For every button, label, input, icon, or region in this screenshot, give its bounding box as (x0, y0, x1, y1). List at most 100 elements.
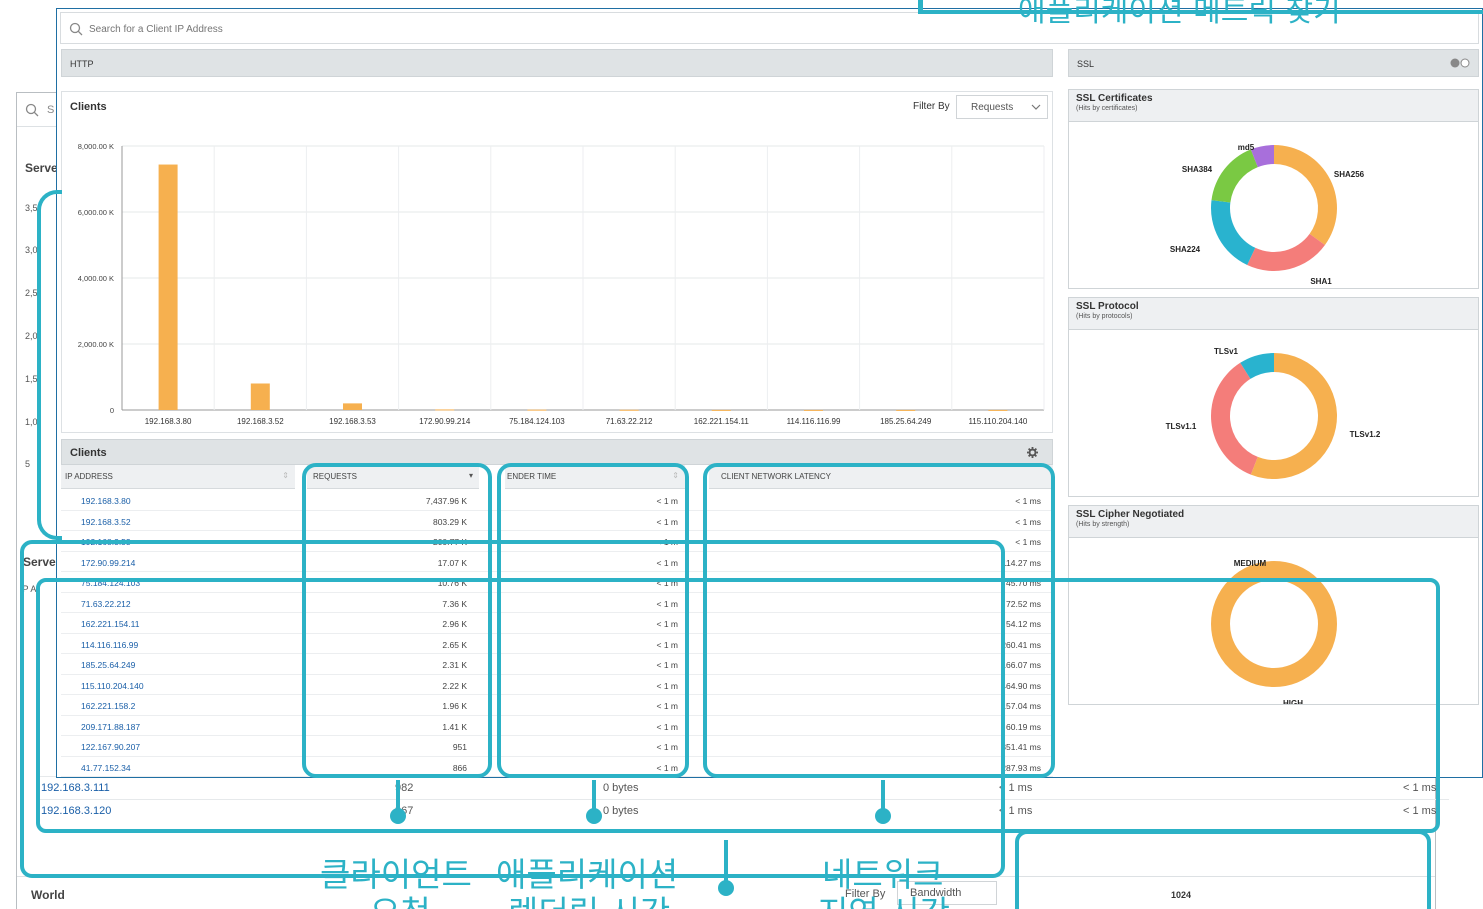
donut-label: HIGH (1283, 699, 1303, 704)
chart-bar[interactable] (711, 409, 731, 411)
chart-bar[interactable] (158, 164, 178, 410)
cell-requests: 951 (452, 742, 467, 752)
donut-slice[interactable] (1211, 200, 1256, 266)
donut-slice[interactable] (1211, 362, 1258, 475)
cell-ip[interactable]: 41.77.152.34 (81, 763, 131, 773)
x-tick-label: 75.184.124.103 (509, 417, 565, 426)
annotation-dot-center (718, 880, 734, 896)
ssl-donut-chart: TLSv1.2 TLSv1.1 TLSv1 (1166, 347, 1381, 479)
ssl-card-header: SSL Protocol (Hits by protocols) (1069, 298, 1478, 330)
cell-ip[interactable]: 75.184.124.103 (81, 578, 140, 588)
chart-bar[interactable] (527, 409, 547, 411)
annotation-dot-requests (390, 808, 406, 824)
table-row[interactable]: 115.110.204.140 2.22 K < 1 m 464.90 ms (61, 675, 1053, 695)
cell-ip[interactable]: 192.168.3.80 (81, 496, 131, 506)
chart-bar[interactable] (804, 409, 823, 411)
cell-render: < 1 m (656, 537, 679, 547)
background-ip-header: IP A (20, 584, 37, 594)
cell-latency: 114.27 ms (1001, 557, 1041, 568)
chart-bar[interactable] (435, 409, 455, 411)
cell-requests: 10.76 K (437, 578, 467, 588)
table-row[interactable]: 75.184.124.103 10.76 K < 1 m 45.70 ms (61, 572, 1053, 593)
chart-bar[interactable] (896, 409, 916, 411)
table-row[interactable]: 172.90.99.214 17.07 K < 1 m 114.27 ms (61, 552, 1053, 572)
column-header-render-time[interactable]: ENDER TIME ⇕ (505, 465, 685, 489)
table-row[interactable]: 209.171.88.187 1.41 K < 1 m 60.19 ms (61, 716, 1053, 736)
cell-ip[interactable]: 162.221.158.2 (81, 701, 135, 711)
background-cell-time: < 1 ms (999, 805, 1033, 817)
donut-slice[interactable] (1274, 145, 1337, 246)
clients-chart-panel: Clients Filter By Requests 0 2,000.00 K 4,… (61, 91, 1053, 433)
table-row[interactable]: 185.25.64.249 2.31 K < 1 m 166.07 ms (61, 654, 1053, 675)
cell-requests: 7.36 K (442, 598, 467, 609)
ssl-card-subtitle: (Hits by certificates) (1076, 105, 1138, 112)
cell-ip[interactable]: 192.168.3.53 (81, 537, 131, 547)
table-row[interactable]: 162.221.158.2 1.96 K < 1 m 157.04 ms (61, 695, 1053, 716)
table-row[interactable]: 192.168.3.52 803.29 K < 1 m < 1 ms (61, 511, 1053, 531)
column-header-latency[interactable]: CLIENT NETWORK LATENCY (709, 465, 1053, 489)
cell-render: < 1 m (656, 701, 679, 711)
background-table-row[interactable]: 192.168.3.111 982 0 bytes < 1 ms < 1 ms (39, 776, 1449, 799)
cell-ip[interactable]: 172.90.99.214 (81, 558, 135, 568)
chart-bar[interactable] (343, 403, 362, 410)
cell-render: < 1 m (656, 619, 679, 629)
ssl-card: SSL Certificates (Hits by certificates) SH… (1068, 89, 1479, 289)
cell-ip[interactable]: 115.110.204.140 (81, 681, 144, 691)
cell-ip[interactable]: 71.63.22.212 (81, 599, 131, 609)
cell-latency: 287.93 ms (1001, 762, 1041, 773)
column-header-requests[interactable]: REQUESTS ▾ (307, 465, 479, 489)
cell-ip[interactable]: 122.167.90.207 (81, 742, 140, 752)
donut-slice[interactable] (1211, 561, 1337, 687)
background-cell-ip[interactable]: 192.168.3.120 (41, 805, 111, 817)
client-ip-search-input[interactable] (89, 19, 689, 39)
filter-by-label: Filter By (913, 101, 950, 112)
ssl-card: SSL Cipher Negotiated (Hits by strength) H… (1068, 505, 1479, 705)
cell-ip[interactable]: 192.168.3.52 (81, 517, 131, 527)
cell-ip[interactable]: 162.221.154.11 (81, 619, 139, 629)
clients-table-header-bar: Clients (61, 439, 1053, 465)
cell-latency: < 1 ms (1015, 516, 1041, 527)
y-tick-label: 6,000.00 K (78, 208, 114, 217)
foreground-window: HTTP Clients Filter By Requests 0 2,000.0… (56, 8, 1483, 778)
toggle-icon[interactable] (1450, 58, 1472, 68)
background-table-row[interactable]: 192.168.3.1209670 bytes< 1 ms< 1 ms (39, 799, 1449, 822)
chart-bar[interactable] (250, 383, 270, 410)
background-axis-label: 1,5 (25, 374, 38, 384)
background-axis-label: 3,0 (25, 245, 38, 255)
donut-slice[interactable] (1247, 233, 1325, 271)
background-cell-ip[interactable]: 192.168.3.111 (41, 782, 110, 794)
cell-requests: 1.96 K (442, 701, 467, 711)
gear-icon[interactable] (1027, 447, 1038, 458)
ssl-bar[interactable]: SSL (1068, 49, 1479, 77)
table-row[interactable]: 122.167.90.207 951 < 1 m 351.41 ms (61, 736, 1053, 757)
cell-ip[interactable]: 114.116.116.99 (81, 640, 138, 650)
chart-bar[interactable] (619, 409, 639, 411)
cell-render: < 1 m (656, 742, 679, 752)
background-donut-label: 1024 (1171, 890, 1192, 900)
ssl-card-subtitle: (Hits by protocols) (1076, 313, 1133, 320)
cell-requests: 2.22 K (442, 680, 467, 691)
cell-requests: 2.96 K (442, 619, 467, 629)
table-row[interactable]: 41.77.152.34 866 < 1 m 287.93 ms (61, 757, 1053, 777)
donut-slice[interactable] (1211, 149, 1258, 203)
table-row[interactable]: 192.168.3.53 200.77 K < 1 m < 1 ms (61, 531, 1053, 552)
cell-render: < 1 m (656, 578, 679, 588)
table-row[interactable]: 192.168.3.80 7,437.96 K < 1 m < 1 ms (61, 490, 1053, 511)
cell-ip[interactable]: 209.171.88.187 (81, 722, 140, 732)
cell-requests: 2.31 K (442, 660, 467, 670)
annotation-dot-render (586, 808, 602, 824)
column-header-ip-label: IP ADDRESS (65, 472, 113, 481)
table-row[interactable]: 162.221.154.11 2.96 K < 1 m 54.12 ms (61, 613, 1053, 634)
donut-label: TLSv1.2 (1350, 430, 1381, 439)
http-bar[interactable]: HTTP (61, 49, 1053, 77)
table-row[interactable]: 114.116.116.99 2.65 K < 1 m 260.41 ms (61, 634, 1053, 654)
column-header-ip[interactable]: IP ADDRESS ⇕ (61, 465, 295, 489)
annotation-client-requests-line2: 요청 (370, 886, 431, 909)
cell-ip[interactable]: 185.25.64.249 (81, 660, 135, 670)
chart-bar[interactable] (988, 409, 1008, 411)
cell-latency: 157.04 ms (1001, 701, 1041, 711)
cell-requests: 866 (452, 762, 467, 773)
annotation-network-latency-line2: 지연 시간 (818, 886, 950, 909)
table-row[interactable]: 71.63.22.212 7.36 K < 1 m 72.52 ms (61, 593, 1053, 613)
filter-by-select[interactable]: Requests (956, 95, 1048, 119)
